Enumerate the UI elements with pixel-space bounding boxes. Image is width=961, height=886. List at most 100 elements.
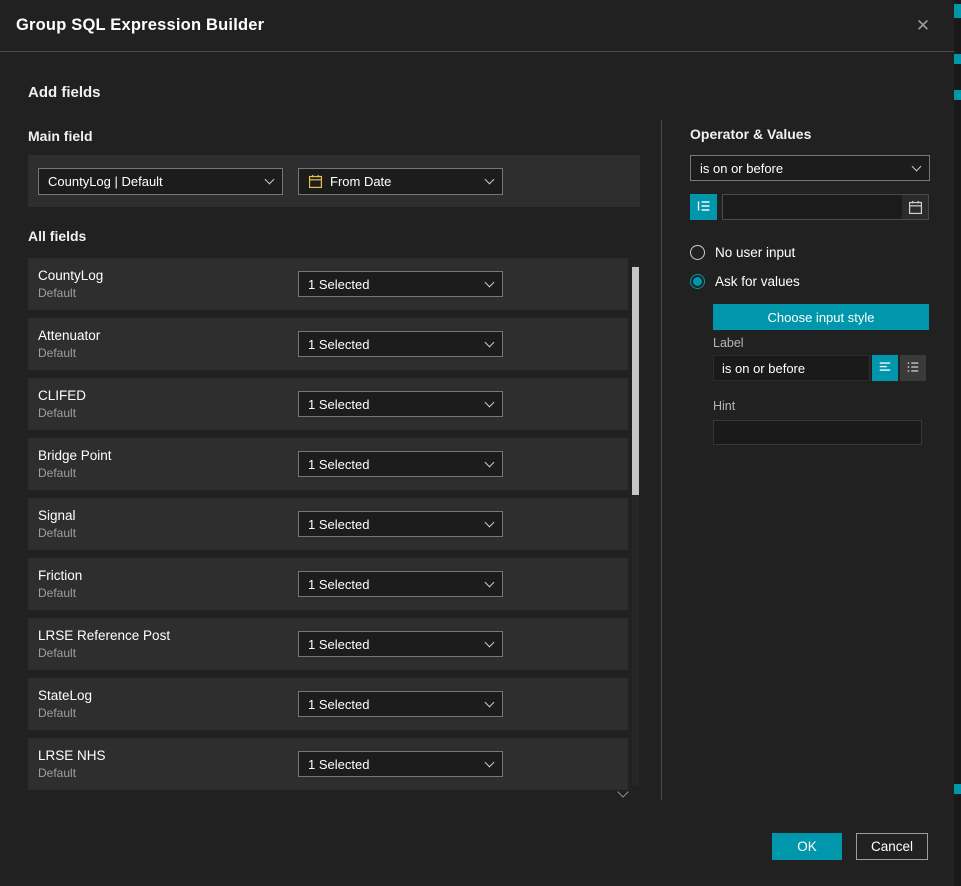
field-selected-dropdown[interactable]: 1 Selected — [298, 511, 503, 537]
radio-unchecked-icon — [690, 245, 705, 260]
field-info: Signal Default — [38, 508, 298, 540]
field-row-countylog: CountyLog Default 1 Selected — [28, 258, 628, 310]
add-fields-heading: Add fields — [28, 84, 101, 101]
main-date-field-value: From Date — [330, 174, 479, 189]
fields-list-scrollbar[interactable] — [632, 264, 639, 786]
operator-values-heading: Operator & Values — [690, 126, 811, 142]
scrollbar-marker — [954, 4, 961, 18]
hint-input[interactable] — [713, 420, 922, 445]
field-row-clifed: CLIFED Default 1 Selected — [28, 378, 628, 430]
field-selected-dropdown[interactable]: 1 Selected — [298, 271, 503, 297]
radio-ask-for-values[interactable]: Ask for values — [690, 274, 800, 289]
dialog-title: Group SQL Expression Builder — [16, 16, 264, 35]
chevron-down-icon — [912, 161, 922, 171]
chevron-down-icon — [265, 174, 275, 184]
chevron-down-icon — [485, 174, 495, 184]
selected-count: 1 Selected — [308, 517, 479, 532]
field-selected-dropdown[interactable]: 1 Selected — [298, 331, 503, 357]
field-name: StateLog — [38, 688, 298, 703]
chevron-down-icon — [485, 637, 495, 647]
chevron-down-icon — [485, 577, 495, 587]
chevron-down-icon — [485, 397, 495, 407]
radio-label: Ask for values — [715, 274, 800, 289]
field-info: Attenuator Default — [38, 328, 298, 360]
field-subtitle: Default — [38, 526, 298, 540]
field-subtitle: Default — [38, 706, 298, 720]
radio-checked-icon — [690, 274, 705, 289]
all-fields-list: CountyLog Default 1 Selected Attenuator … — [28, 258, 628, 798]
selected-count: 1 Selected — [308, 757, 479, 772]
field-name: LRSE Reference Post — [38, 628, 298, 643]
scrollbar-marker — [954, 784, 961, 794]
field-info: Friction Default — [38, 568, 298, 600]
field-selected-dropdown[interactable]: 1 Selected — [298, 571, 503, 597]
scrollbar-marker — [954, 90, 961, 100]
field-selected-dropdown[interactable]: 1 Selected — [298, 631, 503, 657]
field-selected-dropdown[interactable]: 1 Selected — [298, 751, 503, 777]
field-selected-dropdown[interactable]: 1 Selected — [298, 391, 503, 417]
selected-count: 1 Selected — [308, 397, 479, 412]
radio-no-user-input[interactable]: No user input — [690, 245, 795, 260]
calendar-picker-button[interactable] — [902, 195, 928, 219]
field-row-signal: Signal Default 1 Selected — [28, 498, 628, 550]
close-icon[interactable]: ✕ — [908, 11, 938, 41]
label-row — [713, 355, 926, 381]
unique-values-button[interactable] — [690, 194, 717, 220]
unique-values-icon — [696, 198, 712, 217]
selected-count: 1 Selected — [308, 697, 479, 712]
chevron-down-icon — [485, 697, 495, 707]
page-scrollbar[interactable] — [954, 0, 961, 886]
choose-input-style-button[interactable]: Choose input style — [713, 304, 929, 330]
calendar-icon — [908, 200, 923, 215]
list-style-button[interactable] — [900, 355, 926, 381]
selected-count: 1 Selected — [308, 577, 479, 592]
field-selected-dropdown[interactable]: 1 Selected — [298, 691, 503, 717]
main-date-field-dropdown[interactable]: From Date — [298, 168, 503, 195]
field-name: CLIFED — [38, 388, 298, 403]
ok-button[interactable]: OK — [772, 833, 842, 860]
field-row-lrse-nhs: LRSE NHS Default 1 Selected — [28, 738, 628, 790]
selected-count: 1 Selected — [308, 637, 479, 652]
calendar-icon — [308, 174, 323, 189]
chevron-down-icon — [485, 337, 495, 347]
field-row-bridge-point: Bridge Point Default 1 Selected — [28, 438, 628, 490]
selected-count: 1 Selected — [308, 277, 479, 292]
field-name: CountyLog — [38, 268, 298, 283]
layer-dropdown[interactable]: CountyLog | Default — [38, 168, 283, 195]
layer-dropdown-value: CountyLog | Default — [48, 174, 259, 189]
single-value-style-button[interactable] — [872, 355, 898, 381]
field-row-lrse-reference-post: LRSE Reference Post Default 1 Selected — [28, 618, 628, 670]
chevron-down-icon — [485, 757, 495, 767]
field-subtitle: Default — [38, 646, 298, 660]
field-selected-dropdown[interactable]: 1 Selected — [298, 451, 503, 477]
date-value-input[interactable] — [722, 194, 929, 220]
main-field-heading: Main field — [28, 128, 93, 144]
bullet-list-icon — [906, 360, 920, 377]
field-name: Attenuator — [38, 328, 298, 343]
field-row-attenuator: Attenuator Default 1 Selected — [28, 318, 628, 370]
field-subtitle: Default — [38, 406, 298, 420]
field-info: StateLog Default — [38, 688, 298, 720]
label-caption: Label — [713, 336, 744, 350]
field-row-friction: Friction Default 1 Selected — [28, 558, 628, 610]
radio-label: No user input — [715, 245, 795, 260]
all-fields-heading: All fields — [28, 228, 86, 244]
field-name: Signal — [38, 508, 298, 523]
operator-dropdown-value: is on or before — [700, 161, 906, 176]
hint-caption: Hint — [713, 399, 735, 413]
scrollbar-thumb[interactable] — [632, 267, 639, 495]
field-info: LRSE Reference Post Default — [38, 628, 298, 660]
operator-dropdown[interactable]: is on or before — [690, 155, 930, 181]
chevron-down-icon — [485, 517, 495, 527]
scrollbar-marker — [954, 54, 961, 64]
field-name: LRSE NHS — [38, 748, 298, 763]
cancel-button[interactable]: Cancel — [856, 833, 928, 860]
group-sql-expression-builder-dialog: Group SQL Expression Builder ✕ Add field… — [0, 0, 961, 886]
field-info: CLIFED Default — [38, 388, 298, 420]
field-row-statelog: StateLog Default 1 Selected — [28, 678, 628, 730]
field-name: Friction — [38, 568, 298, 583]
field-subtitle: Default — [38, 286, 298, 300]
selected-count: 1 Selected — [308, 337, 479, 352]
label-input[interactable] — [713, 355, 870, 381]
field-info: Bridge Point Default — [38, 448, 298, 480]
